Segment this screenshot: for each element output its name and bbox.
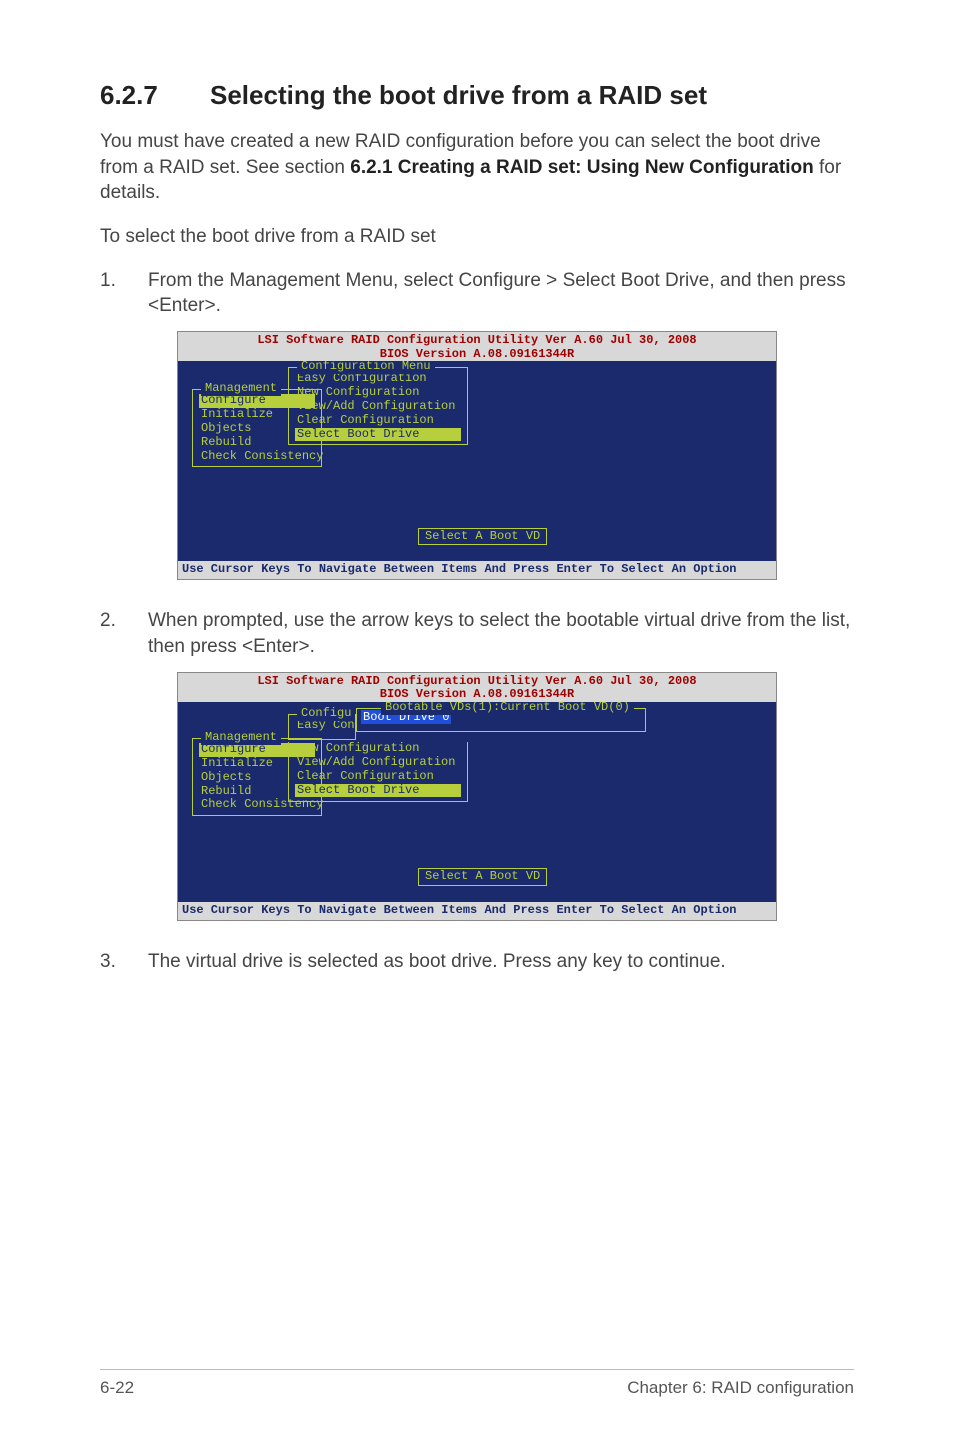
bios1-config-legend: Configuration Menu (297, 361, 435, 374)
step-2-number: 2. (100, 608, 148, 659)
bios2-cfg-new[interactable]: New Configuration (295, 742, 461, 756)
step-2-text: When prompted, use the arrow keys to sel… (148, 608, 854, 659)
bios1-cfg-view[interactable]: View/Add Configuration (295, 400, 461, 414)
step-1-bold-1: Management Menu (229, 270, 393, 291)
bios2-cfg-clear[interactable]: Clear Configuration (295, 770, 461, 784)
bios2-bottom-msg: Select A Boot VD (418, 868, 547, 886)
bios1-cfg-clear[interactable]: Clear Configuration (295, 414, 461, 428)
step-1-mid2: > (541, 270, 563, 291)
bios2-bootable-box: Bootable VDs(1):Current Boot VD(0) Boot … (356, 708, 646, 732)
bios2-config-box: New Configuration View/Add Configuration… (288, 742, 468, 802)
step-3: 3. The virtual drive is selected as boot… (100, 949, 854, 975)
bios1-cfg-easy[interactable]: Easy Configuration (295, 372, 461, 386)
step-1-pre: From the (148, 270, 229, 291)
bios2-configu-box: Configu Easy Con (288, 714, 356, 740)
bios-screenshot-1: LSI Software RAID Configuration Utility … (177, 331, 777, 580)
step-1-number: 1. (100, 268, 148, 319)
bios1-footer: Use Cursor Keys To Navigate Between Item… (178, 561, 776, 579)
page-footer: 6-22 Chapter 6: RAID configuration (100, 1369, 854, 1398)
bios-screenshot-2: LSI Software RAID Configuration Utility … (177, 672, 777, 921)
bios2-configu-legend: Configu (297, 707, 355, 721)
bios1-header: LSI Software RAID Configuration Utility … (178, 332, 776, 362)
bios1-cfg-new[interactable]: New Configuration (295, 386, 461, 400)
chapter-label: Chapter 6: RAID configuration (627, 1378, 854, 1398)
section-number: 6.2.7 (100, 80, 210, 111)
step-1-mid1: , select (393, 270, 458, 291)
bios2-management-legend: Management (201, 731, 281, 745)
step-3-text: The virtual drive is selected as boot dr… (148, 949, 854, 975)
bios2-cfg-view[interactable]: View/Add Configuration (295, 756, 461, 770)
bios2-cfg-select[interactable]: Select Boot Drive (295, 784, 461, 798)
step-2: 2. When prompted, use the arrow keys to … (100, 608, 854, 659)
page-number: 6-22 (100, 1378, 134, 1398)
bios2-header: LSI Software RAID Configuration Utility … (178, 673, 776, 703)
intro-paragraph-2: To select the boot drive from a RAID set (100, 224, 854, 250)
bios2-bootable-legend: Bootable VDs(1):Current Boot VD(0) (381, 702, 634, 715)
intro-p1-bold: 6.2.1 Creating a RAID set: Using New Con… (350, 157, 813, 178)
bios1-mgmt-check[interactable]: Check Consistency (199, 450, 315, 464)
bios2-header-line1: LSI Software RAID Configuration Utility … (257, 674, 696, 688)
step-1: 1. From the Management Menu, select Conf… (100, 268, 854, 319)
bios2-header-line2: BIOS Version A.08.09161344R (178, 688, 776, 702)
bios1-management-legend: Management (201, 382, 281, 396)
bios1-bottom-msg: Select A Boot VD (418, 528, 547, 546)
section-title-text: Selecting the boot drive from a RAID set (210, 80, 707, 110)
step-1-bold-3: Select Boot Drive (563, 270, 710, 291)
step-1-text: From the Management Menu, select Configu… (148, 268, 854, 319)
bios1-cfg-select[interactable]: Select Boot Drive (295, 428, 461, 442)
bios1-header-line2: BIOS Version A.08.09161344R (178, 348, 776, 362)
bios1-header-line1: LSI Software RAID Configuration Utility … (257, 333, 696, 347)
bios1-config-box: Configuration Menu Easy Configuration Ne… (288, 367, 468, 445)
intro-paragraph-1: You must have created a new RAID configu… (100, 129, 854, 206)
section-heading: 6.2.7Selecting the boot drive from a RAI… (100, 80, 854, 111)
step-3-number: 3. (100, 949, 148, 975)
bios2-easy-con: Easy Con (295, 719, 349, 733)
step-1-bold-2: Configure (459, 270, 541, 291)
bios2-footer: Use Cursor Keys To Navigate Between Item… (178, 902, 776, 920)
